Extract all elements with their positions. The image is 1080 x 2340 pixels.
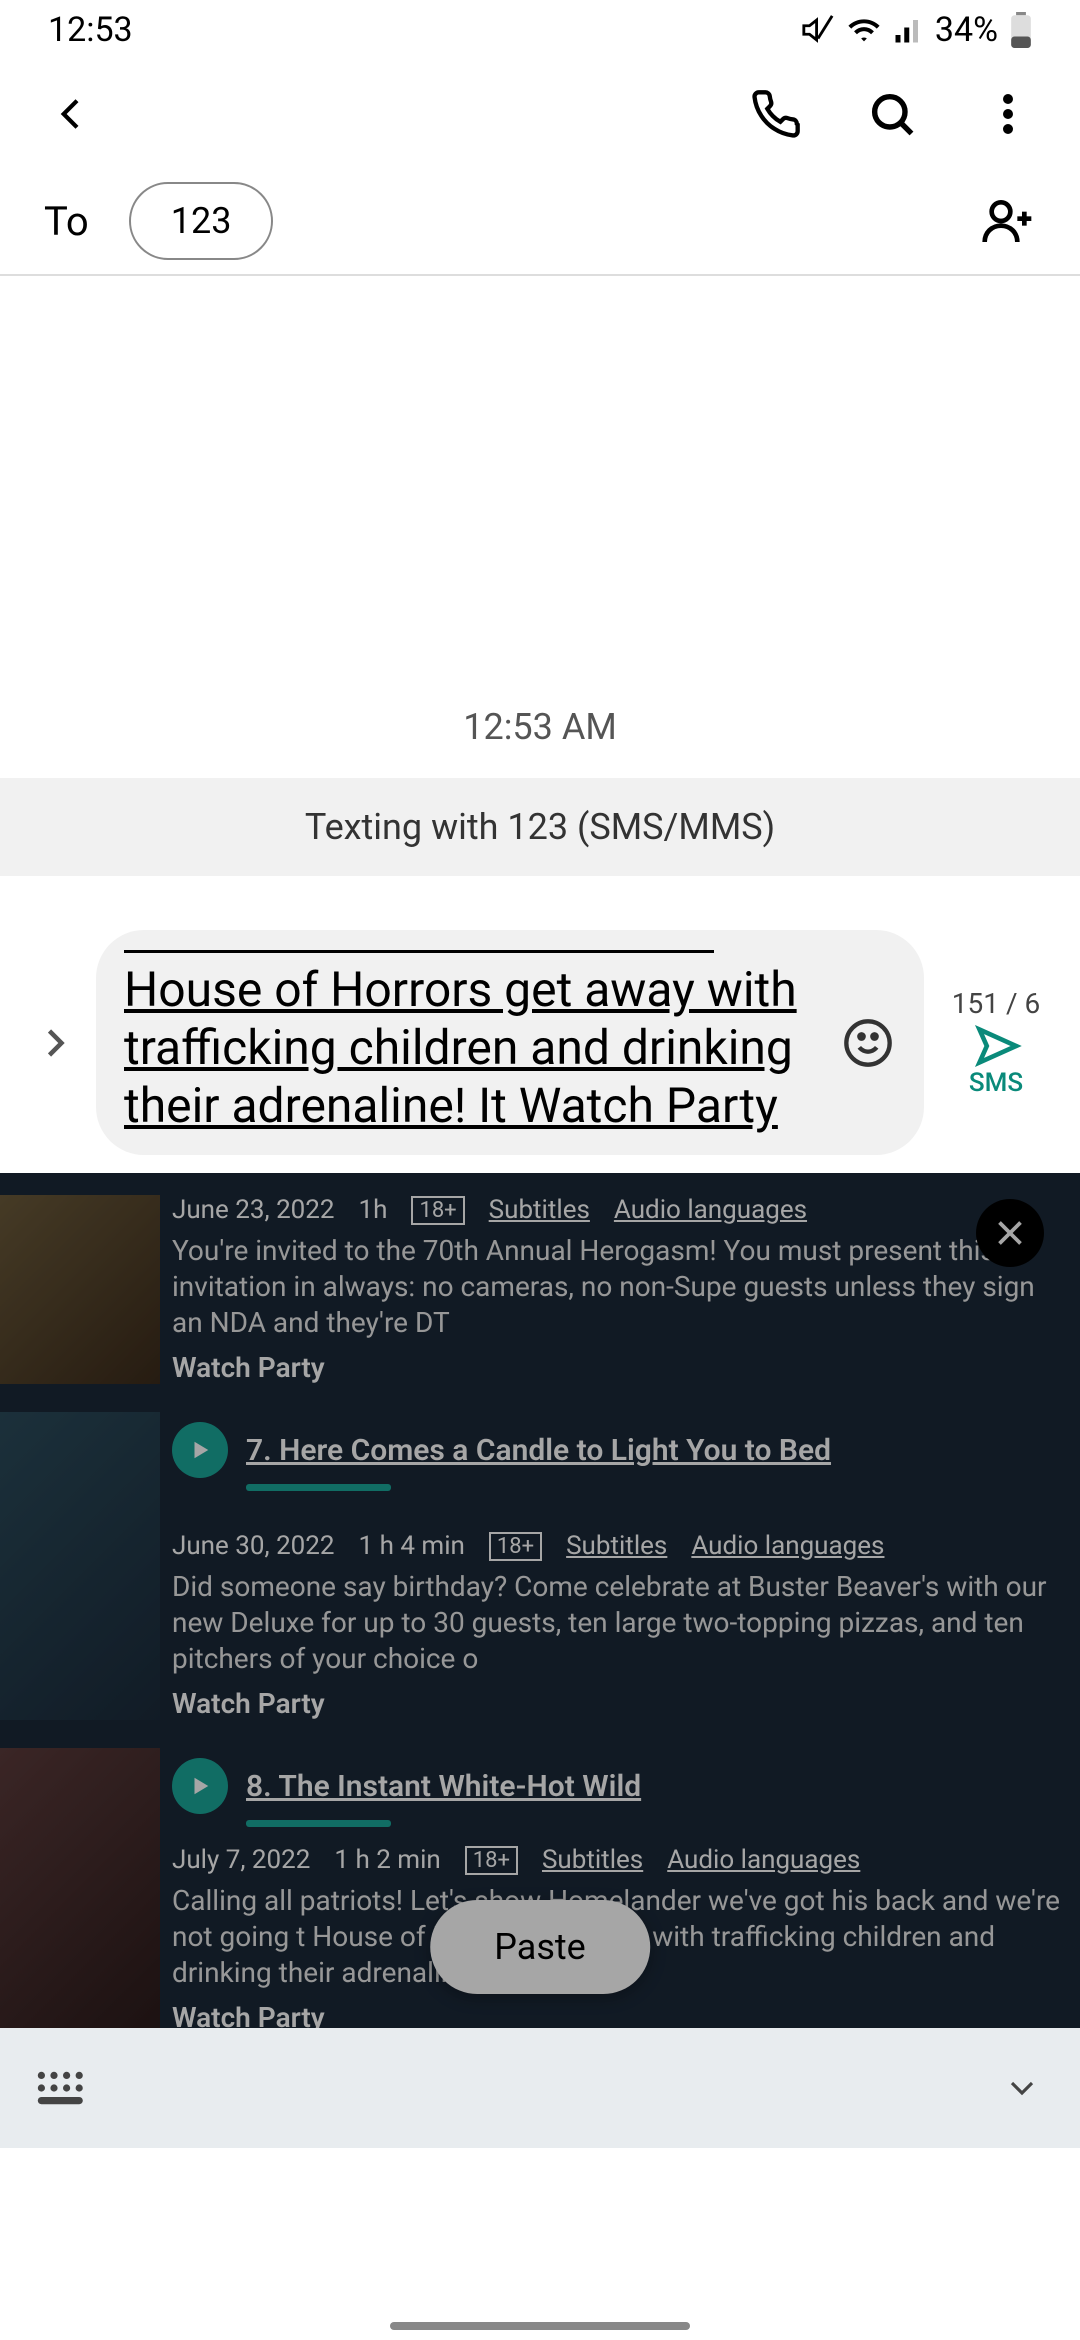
sms-info-banner: Texting with 123 (SMS/MMS)	[0, 778, 1080, 876]
back-button[interactable]	[44, 86, 100, 142]
play-button[interactable]	[172, 1758, 228, 1814]
episode-title[interactable]: 7. Here Comes a Candle to Light You to B…	[246, 1433, 831, 1468]
mute-vibrate-icon	[801, 13, 835, 47]
send-label: SMS	[969, 1068, 1023, 1098]
paste-button[interactable]: Paste	[430, 1900, 650, 1994]
char-counter: 151 / 6	[952, 987, 1040, 1020]
show-keyboard-button[interactable]	[36, 2068, 90, 2108]
episode-description: Did someone say birthday? Come celebrate…	[172, 1569, 1064, 1677]
episode-date: June 23, 2022	[172, 1195, 335, 1225]
subtitles-link[interactable]: Subtitles	[566, 1531, 667, 1561]
collapse-keyboard-button[interactable]	[1000, 2073, 1044, 2103]
expand-attachments-button[interactable]	[24, 1019, 84, 1067]
episode-item[interactable]: 7. Here Comes a Candle to Light You to B…	[0, 1398, 1080, 1734]
search-button[interactable]	[864, 86, 920, 142]
compose-row: House of Horrors get away with trafficki…	[0, 912, 1080, 1173]
episode-meta: June 23, 2022 1h 18+ Subtitles Audio lan…	[172, 1195, 1064, 1225]
to-label: To	[44, 198, 89, 245]
rating-badge: 18+	[411, 1196, 464, 1225]
progress-bar	[246, 1484, 391, 1491]
subtitles-link[interactable]: Subtitles	[542, 1845, 643, 1875]
call-button[interactable]	[748, 86, 804, 142]
progress-bar	[246, 1820, 391, 1827]
signal-icon	[893, 15, 923, 45]
more-menu-button[interactable]	[980, 86, 1036, 142]
subtitles-link[interactable]: Subtitles	[489, 1195, 590, 1225]
audio-languages-link[interactable]: Audio languages	[691, 1531, 884, 1561]
play-button[interactable]	[172, 1422, 228, 1478]
episode-meta: July 7, 2022 1 h 2 min 18+ Subtitles Aud…	[172, 1845, 1064, 1875]
episode-duration: 1h	[359, 1195, 388, 1225]
compose-text[interactable]: House of Horrors get away with trafficki…	[124, 961, 820, 1135]
episode-thumbnail[interactable]	[0, 1195, 160, 1384]
recipient-row: To 123	[0, 168, 1080, 276]
audio-languages-link[interactable]: Audio languages	[614, 1195, 807, 1225]
battery-pct: 34%	[935, 10, 998, 50]
episode-date: June 30, 2022	[172, 1531, 335, 1561]
keyboard-toolbar	[0, 2028, 1080, 2148]
episode-thumbnail[interactable]	[0, 1412, 160, 1720]
watch-party-button[interactable]: Watch Party	[172, 2001, 1064, 2028]
status-bar: 12:53 34%	[0, 0, 1080, 60]
send-area: 151 / 6 SMS	[936, 987, 1056, 1098]
episode-description: You're invited to the 70th Annual Heroga…	[172, 1233, 1064, 1341]
close-overlay-button[interactable]	[976, 1199, 1044, 1267]
watch-party-button[interactable]: Watch Party	[172, 1351, 1064, 1384]
gesture-nav-handle[interactable]	[390, 2322, 690, 2330]
add-recipient-button[interactable]	[980, 193, 1036, 249]
audio-languages-link[interactable]: Audio languages	[667, 1845, 860, 1875]
episode-title[interactable]: 8. The Instant White-Hot Wild	[246, 1769, 641, 1804]
content-overlay-panel: June 23, 2022 1h 18+ Subtitles Audio lan…	[0, 1173, 1080, 2028]
episode-item[interactable]: June 23, 2022 1h 18+ Subtitles Audio lan…	[0, 1173, 1080, 1398]
episode-duration: 1 h 4 min	[359, 1531, 465, 1561]
rating-badge: 18+	[465, 1846, 518, 1875]
compose-input[interactable]: House of Horrors get away with trafficki…	[96, 930, 924, 1155]
battery-icon	[1010, 12, 1032, 48]
app-bar	[0, 60, 1080, 168]
episode-thumbnail[interactable]	[0, 1748, 160, 2028]
conversation-area: 12:53 AM Texting with 123 (SMS/MMS)	[0, 706, 1080, 876]
watch-party-button[interactable]: Watch Party	[172, 1687, 1064, 1720]
episode-date: July 7, 2022	[172, 1845, 310, 1875]
rating-badge: 18+	[489, 1532, 542, 1561]
status-time: 12:53	[48, 10, 133, 50]
send-button[interactable]: SMS	[969, 1024, 1023, 1098]
conversation-timestamp: 12:53 AM	[0, 706, 1080, 748]
recipient-chip[interactable]: 123	[129, 182, 274, 260]
episode-meta: June 30, 2022 1 h 4 min 18+ Subtitles Au…	[172, 1531, 1064, 1561]
status-right: 34%	[801, 10, 1032, 50]
emoji-button[interactable]	[840, 1015, 896, 1071]
episode-duration: 1 h 2 min	[334, 1845, 440, 1875]
wifi-icon	[847, 13, 881, 47]
